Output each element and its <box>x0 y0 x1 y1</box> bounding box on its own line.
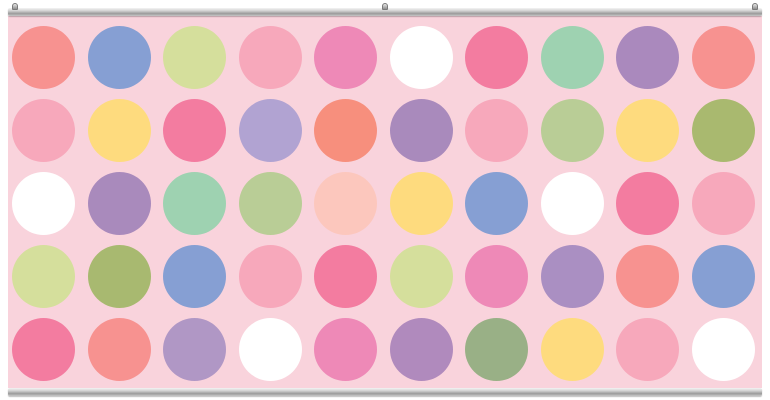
polka-dot <box>12 172 75 235</box>
polka-dot <box>691 318 755 381</box>
polka-dot-banner <box>8 16 762 388</box>
polka-dot <box>163 172 226 235</box>
polka-dot <box>616 245 679 308</box>
polka-dot <box>691 172 755 235</box>
bottom-hanging-rail <box>8 388 762 396</box>
polka-dot <box>314 318 377 381</box>
polka-dot <box>314 245 377 308</box>
polka-dot <box>12 99 75 162</box>
polka-dot <box>616 318 679 381</box>
center-hanger-icon <box>382 3 388 10</box>
polka-dot <box>87 99 151 162</box>
polka-dot <box>691 26 755 89</box>
polka-dot <box>87 172 151 235</box>
polka-dot <box>465 172 528 235</box>
polka-dot <box>389 26 453 89</box>
polka-dot <box>540 318 604 381</box>
polka-dot <box>12 318 75 381</box>
polka-dot <box>389 99 453 162</box>
polka-dot <box>238 172 302 235</box>
polka-dot <box>87 318 151 381</box>
polka-dot <box>163 99 226 162</box>
polka-dot <box>540 172 604 235</box>
polka-dot <box>465 26 528 89</box>
right-hanger-icon <box>752 3 758 10</box>
polka-dot <box>465 318 528 381</box>
polka-dot <box>163 26 226 89</box>
polka-dot <box>314 26 377 89</box>
polka-dot <box>314 99 377 162</box>
polka-dot <box>540 99 604 162</box>
polka-dot <box>616 99 679 162</box>
polka-dot <box>12 245 75 308</box>
polka-dot <box>238 318 302 381</box>
polka-dot <box>163 318 226 381</box>
polka-dot <box>163 245 226 308</box>
polka-dot <box>465 245 528 308</box>
polka-dot <box>540 245 604 308</box>
hanging-banner-canvas <box>0 0 770 400</box>
polka-dot <box>616 172 679 235</box>
polka-dot <box>616 26 679 89</box>
polka-dot <box>389 245 453 308</box>
polka-dot <box>465 99 528 162</box>
polka-dot <box>540 26 604 89</box>
polka-dot <box>389 318 453 381</box>
polka-dot <box>691 245 755 308</box>
polka-dot <box>238 245 302 308</box>
polka-dot <box>389 172 453 235</box>
polka-dot <box>314 172 377 235</box>
polka-dot <box>238 99 302 162</box>
left-hanger-icon <box>12 3 18 10</box>
polka-dot <box>691 99 755 162</box>
polka-dot <box>12 26 75 89</box>
polka-dot <box>87 245 151 308</box>
polka-dot <box>238 26 302 89</box>
polka-dot <box>87 26 151 89</box>
